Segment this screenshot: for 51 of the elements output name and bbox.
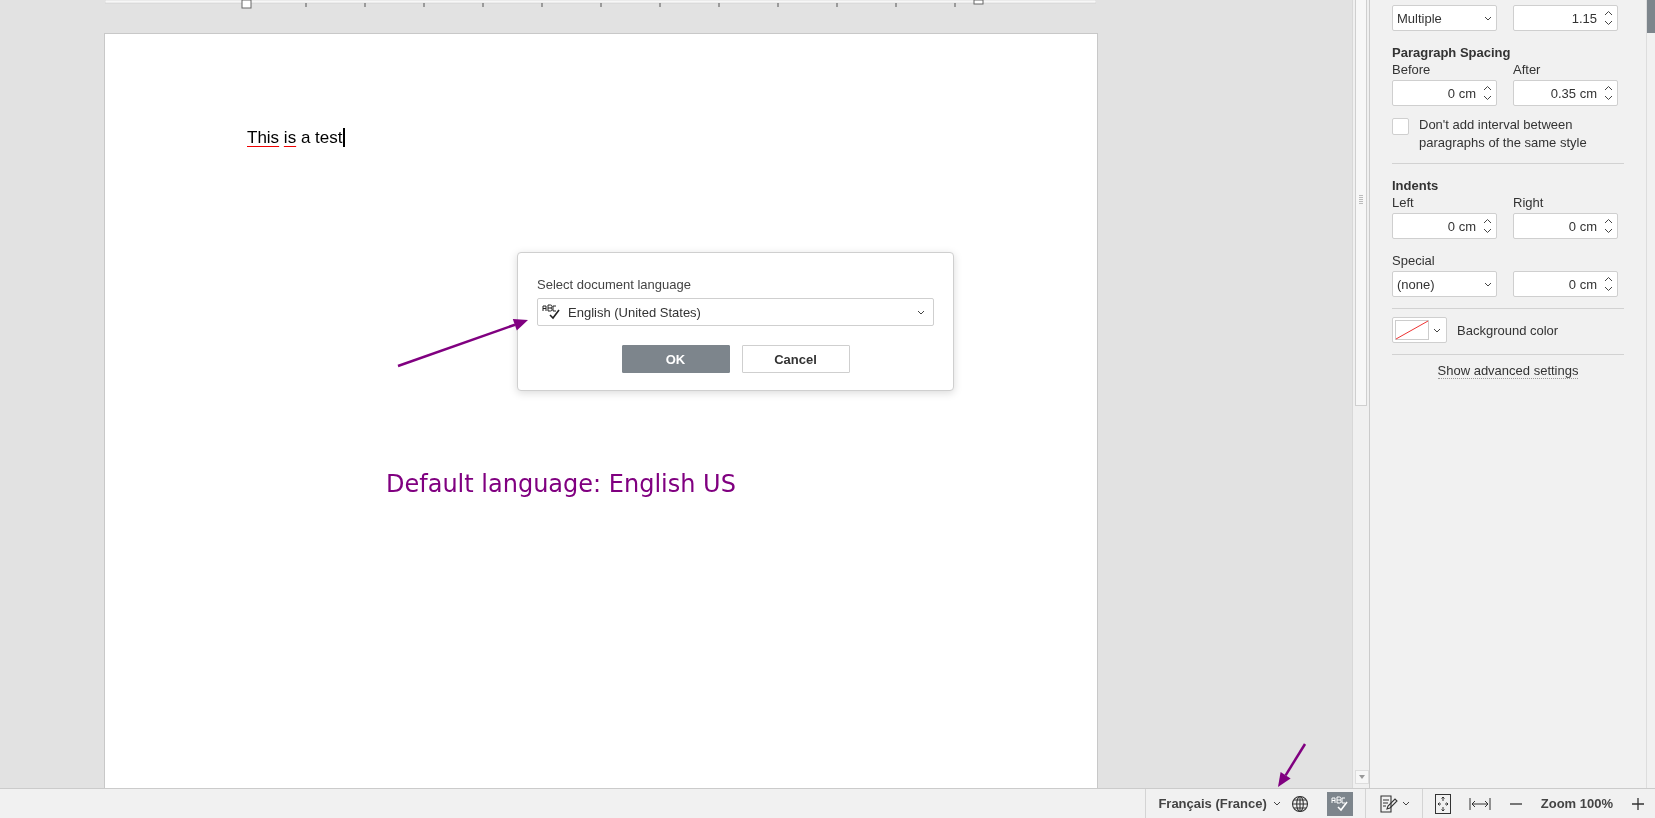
spinner-icon[interactable] bbox=[1604, 84, 1613, 102]
caret-icon bbox=[1272, 801, 1281, 806]
spinner-icon[interactable] bbox=[1604, 275, 1613, 293]
spacing-field[interactable]: 0 cm bbox=[1392, 80, 1497, 106]
indent-field[interactable]: 0 cm bbox=[1392, 213, 1497, 239]
spell-check-icon bbox=[542, 304, 560, 320]
zoom-in-icon[interactable] bbox=[1631, 796, 1645, 811]
line-spacing-dropdown[interactable]: Multiple bbox=[1392, 5, 1497, 31]
scrollbar[interactable] bbox=[1352, 0, 1369, 788]
field-label: Left bbox=[1392, 195, 1415, 210]
field-label: Before bbox=[1392, 62, 1432, 77]
section-heading: Indents bbox=[1392, 178, 1440, 193]
scroll-down-icon[interactable] bbox=[1355, 770, 1369, 784]
language-dropdown[interactable]: English (United States) bbox=[537, 298, 934, 326]
zoom-level: Zoom 100% bbox=[1540, 796, 1613, 811]
dialog-label: Select document language bbox=[537, 277, 692, 292]
spacing-field[interactable]: 0.35 cm bbox=[1513, 80, 1618, 106]
color-picker-button[interactable] bbox=[1392, 317, 1447, 343]
language-selector[interactable]: Français (France) bbox=[1158, 796, 1281, 811]
advanced-settings-link[interactable]: Show advanced settings bbox=[1437, 363, 1579, 379]
scrollbar-thumb[interactable] bbox=[1647, 0, 1655, 33]
field-label: Right bbox=[1513, 195, 1545, 210]
field-label: Special bbox=[1392, 253, 1436, 268]
indent-field[interactable]: 0 cm bbox=[1513, 213, 1618, 239]
checkbox-label: Don't add interval between paragraphs of the same style bbox=[1419, 116, 1588, 152]
spinner-icon[interactable] bbox=[1604, 9, 1613, 27]
ok-button[interactable]: OK bbox=[621, 345, 730, 373]
fit-page-icon[interactable] bbox=[1434, 793, 1451, 814]
review-mode-button[interactable] bbox=[1377, 793, 1410, 814]
field-label: After bbox=[1513, 62, 1542, 77]
caret-icon bbox=[1401, 801, 1410, 806]
annotation-text: Default language: English US bbox=[386, 470, 736, 498]
special-field[interactable]: 0 cm bbox=[1513, 271, 1618, 297]
special-dropdown[interactable]: (none) bbox=[1392, 271, 1497, 297]
caret-icon bbox=[917, 309, 925, 315]
caret-icon bbox=[1433, 327, 1441, 333]
fit-width-icon[interactable] bbox=[1468, 796, 1491, 811]
globe-icon[interactable] bbox=[1290, 794, 1309, 813]
background-color-label: Background color bbox=[1457, 322, 1559, 338]
checkbox[interactable] bbox=[1392, 118, 1409, 135]
document-text: This is a test bbox=[247, 128, 345, 148]
arrow bbox=[1278, 743, 1307, 787]
spinner-icon[interactable] bbox=[1604, 217, 1613, 235]
spinner-icon[interactable] bbox=[1483, 217, 1492, 235]
caret-icon bbox=[1484, 15, 1492, 21]
line-spacing-field[interactable]: 1.15 bbox=[1513, 5, 1618, 31]
caret-icon bbox=[1484, 281, 1492, 287]
spell-check-button[interactable] bbox=[1326, 791, 1353, 816]
cancel-button[interactable]: Cancel bbox=[741, 345, 850, 373]
spinner-icon[interactable] bbox=[1483, 84, 1492, 102]
section-heading: Paragraph Spacing bbox=[1392, 45, 1512, 60]
